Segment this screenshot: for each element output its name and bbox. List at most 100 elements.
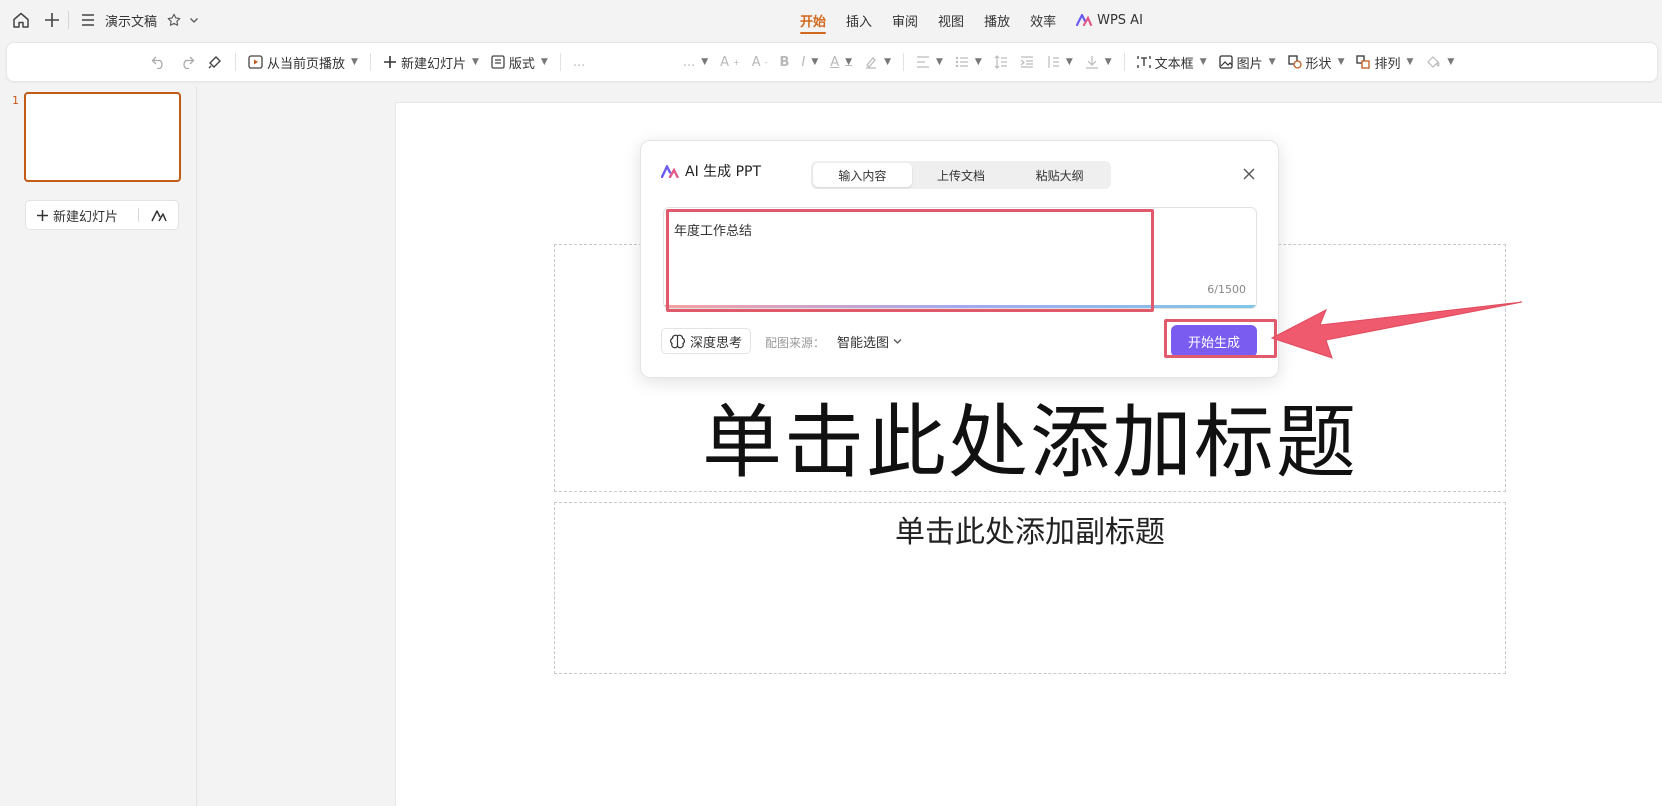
shape-icon bbox=[1287, 55, 1302, 69]
arrange-icon bbox=[1356, 55, 1371, 69]
tab-upload-document[interactable]: 上传文档 bbox=[912, 163, 1011, 187]
divider bbox=[559, 53, 561, 71]
subtitle-placeholder-text: 单击此处添加副标题 bbox=[895, 515, 1165, 550]
ribbon-tabs: 开始 插入 审阅 视图 播放 效率 WPS AI bbox=[790, 0, 1153, 40]
subtitle-placeholder[interactable]: 单击此处添加副标题 bbox=[554, 502, 1506, 674]
image-source-value: 智能选图 bbox=[837, 336, 890, 351]
chevron-down-icon: ▼ bbox=[1337, 57, 1345, 67]
font-size-select[interactable]: ... ▼ bbox=[677, 48, 714, 76]
play-from-current-label: 从当前页播放 bbox=[267, 56, 346, 72]
picture-icon bbox=[1218, 55, 1233, 69]
input-mode-tabs: 输入内容 上传文档 粘贴大纲 bbox=[811, 161, 1111, 189]
brain-icon bbox=[670, 334, 685, 348]
highlight-icon[interactable]: ▼ bbox=[858, 48, 897, 76]
home-icon[interactable] bbox=[12, 11, 30, 29]
format-painter-icon[interactable] bbox=[201, 48, 229, 76]
input-gradient-bar bbox=[664, 305, 1256, 308]
tab-wps-ai[interactable]: WPS AI bbox=[1066, 0, 1153, 40]
divider bbox=[1123, 53, 1125, 71]
new-slide-add[interactable]: 新建幻灯片 bbox=[26, 206, 138, 225]
indent-icon[interactable] bbox=[1014, 48, 1040, 76]
ai-generate-ppt-dialog: AI 生成 PPT 输入内容 上传文档 粘贴大纲 年度工作总结 6/1500 深… bbox=[640, 140, 1279, 378]
slide-thumbnail-pane: 1 新建幻灯片 bbox=[0, 86, 197, 806]
font-name-select[interactable]: ... bbox=[567, 48, 677, 76]
plus-icon[interactable] bbox=[44, 12, 60, 28]
deep-think-toggle[interactable]: 深度思考 bbox=[661, 328, 752, 354]
decrease-font-icon[interactable]: A- bbox=[746, 48, 774, 76]
topic-input-value: 年度工作总结 bbox=[674, 224, 753, 239]
redo-icon[interactable] bbox=[173, 48, 201, 76]
chevron-down-icon: ▼ bbox=[471, 57, 479, 67]
divider bbox=[235, 53, 236, 71]
plus-icon bbox=[37, 209, 48, 221]
textbox-icon bbox=[1137, 56, 1151, 68]
image-source-select[interactable]: 智能选图 bbox=[837, 332, 902, 351]
dialog-header: AI 生成 PPT bbox=[661, 161, 761, 181]
bullet-list-icon[interactable]: ▼ bbox=[949, 48, 988, 76]
tab-wps-ai-label: WPS AI bbox=[1097, 12, 1143, 28]
chevron-down-icon: ▼ bbox=[351, 57, 358, 67]
chevron-down-icon: ▼ bbox=[1406, 57, 1414, 67]
annotation-arrow-icon bbox=[1270, 301, 1523, 359]
plus-icon bbox=[383, 56, 396, 68]
divider bbox=[902, 53, 904, 71]
font-name-value: ... bbox=[572, 54, 586, 70]
shape-label: 形状 bbox=[1305, 56, 1332, 72]
new-slide-panel-button: 新建幻灯片 bbox=[25, 200, 179, 230]
tab-insert[interactable]: 插入 bbox=[836, 0, 882, 40]
arrange-button[interactable]: 排列 ▼ bbox=[1350, 48, 1419, 76]
shape-button[interactable]: 形状 ▼ bbox=[1282, 48, 1351, 76]
wps-ai-icon bbox=[1076, 14, 1093, 26]
font-size-value: ... bbox=[682, 54, 696, 70]
wps-ai-icon bbox=[661, 164, 679, 178]
chevron-down-icon: ▼ bbox=[1199, 57, 1207, 67]
tab-home[interactable]: 开始 bbox=[790, 0, 836, 40]
slide-number: 1 bbox=[12, 94, 19, 107]
italic-icon[interactable]: I ▼ bbox=[795, 48, 824, 76]
ai-slide-icon[interactable] bbox=[139, 209, 178, 222]
new-slide-panel-label: 新建幻灯片 bbox=[53, 209, 119, 225]
tab-input-content[interactable]: 输入内容 bbox=[813, 163, 912, 187]
paragraph-spacing-icon[interactable]: ▼ bbox=[1040, 48, 1079, 76]
textbox-button[interactable]: 文本框 ▼ bbox=[1131, 48, 1213, 76]
text-direction-icon[interactable]: ▼ bbox=[1079, 48, 1118, 76]
document-title[interactable]: 演示文稿 bbox=[105, 11, 157, 30]
undo-icon[interactable] bbox=[145, 48, 173, 76]
layout-label: 版式 bbox=[508, 56, 535, 72]
align-icon[interactable]: ▼ bbox=[910, 48, 949, 76]
tab-view[interactable]: 视图 bbox=[928, 0, 974, 40]
picture-label: 图片 bbox=[1236, 56, 1263, 72]
star-icon[interactable] bbox=[167, 13, 181, 27]
topic-input[interactable]: 年度工作总结 6/1500 bbox=[663, 207, 1257, 309]
menu-icon[interactable] bbox=[81, 14, 95, 26]
new-slide-button[interactable]: 新建幻灯片 ▼ bbox=[377, 48, 485, 76]
image-source-label: 配图来源： bbox=[765, 336, 826, 350]
play-icon bbox=[248, 55, 263, 69]
increase-font-icon[interactable]: A + bbox=[714, 48, 746, 76]
char-counter: 6/1500 bbox=[1207, 283, 1246, 296]
chevron-down-icon[interactable] bbox=[189, 16, 199, 24]
tab-efficiency[interactable]: 效率 bbox=[1020, 0, 1066, 40]
font-color-icon[interactable]: A ▼ bbox=[824, 48, 858, 76]
layout-button[interactable]: 版式 ▼ bbox=[485, 48, 554, 76]
bold-icon[interactable]: B bbox=[774, 48, 796, 76]
play-from-current-button[interactable]: 从当前页播放 ▼ bbox=[242, 48, 364, 76]
divider bbox=[369, 53, 371, 71]
title-bar: 演示文稿 开始 插入 审阅 视图 播放 效率 WPS AI bbox=[0, 0, 1662, 40]
chevron-down-icon: ▼ bbox=[1268, 57, 1276, 67]
title-placeholder-text: 单击此处添加标题 bbox=[702, 396, 1358, 489]
tab-play[interactable]: 播放 bbox=[974, 0, 1020, 40]
tab-review[interactable]: 审阅 bbox=[882, 0, 928, 40]
start-generate-button[interactable]: 开始生成 bbox=[1171, 325, 1257, 357]
slide-thumbnail[interactable] bbox=[24, 92, 181, 182]
close-icon[interactable] bbox=[1242, 167, 1256, 181]
fill-icon[interactable]: ▼ bbox=[1419, 48, 1460, 76]
arrange-label: 排列 bbox=[1374, 56, 1401, 72]
layout-icon bbox=[491, 55, 505, 69]
picture-button[interactable]: 图片 ▼ bbox=[1213, 48, 1282, 76]
new-slide-label: 新建幻灯片 bbox=[400, 56, 466, 72]
chevron-down-icon: ▼ bbox=[540, 57, 548, 67]
deep-think-label: 深度思考 bbox=[690, 335, 743, 351]
line-spacing-icon[interactable] bbox=[988, 48, 1014, 76]
tab-paste-outline[interactable]: 粘贴大纲 bbox=[1010, 163, 1109, 187]
